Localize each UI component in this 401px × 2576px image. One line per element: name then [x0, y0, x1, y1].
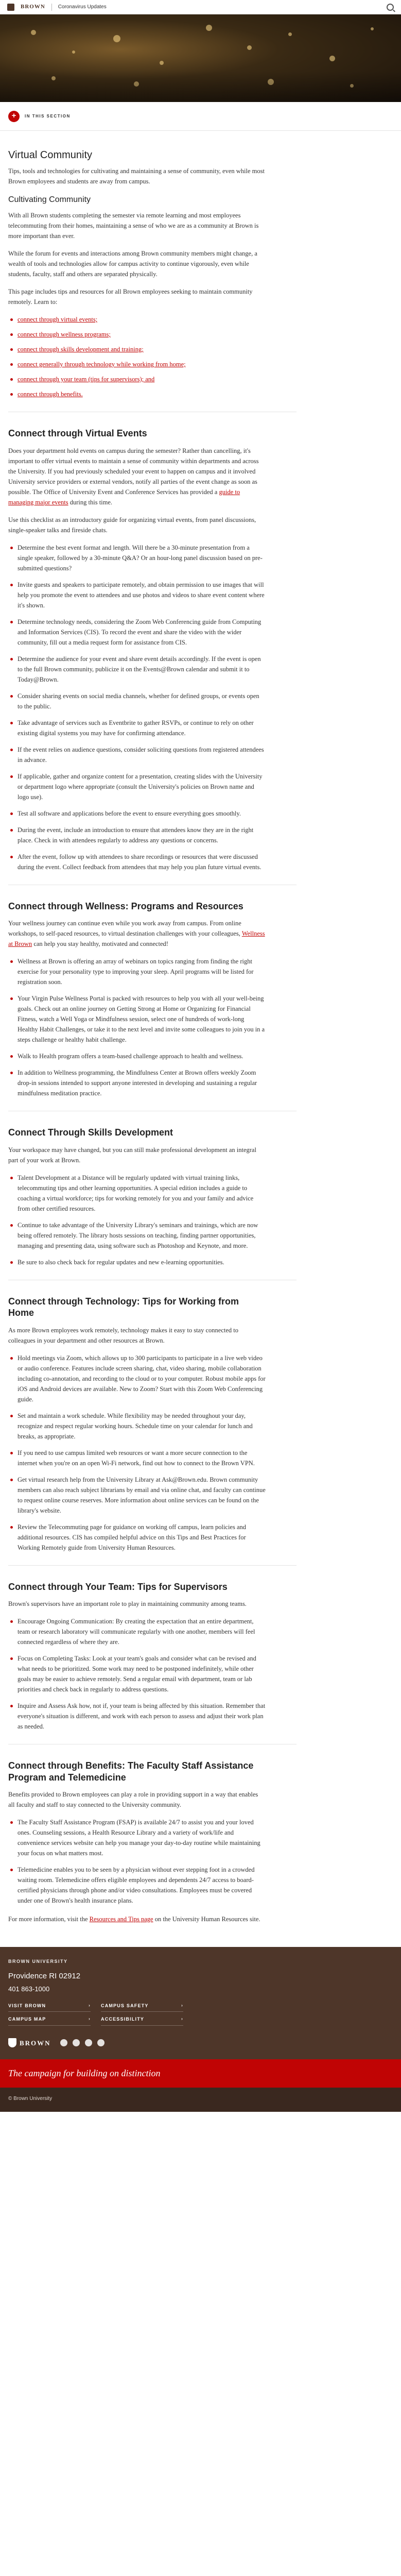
list-item: Encourage Ongoing Communication: By crea…: [8, 1616, 266, 1647]
twitter-icon[interactable]: [72, 2039, 80, 2047]
copyright: © Brown University: [0, 2088, 401, 2112]
list-item: Continue to take advantage of the Univer…: [8, 1220, 266, 1251]
chevron-right-icon: ›: [181, 2003, 183, 2008]
team-list: Encourage Ongoing Communication: By crea…: [8, 1616, 266, 1732]
wellness-list: Wellness at Brown is offering an array o…: [8, 956, 266, 1098]
footer-link-visit[interactable]: VISIT BROWN ›: [8, 2003, 91, 2012]
list-item: Wellness at Brown is offering an array o…: [8, 956, 266, 987]
technology-heading: Connect through Technology: Tips for Wor…: [8, 1296, 239, 1318]
benefits-paragraph: Benefits provided to Brown employees can…: [8, 1791, 258, 1808]
jump-link-wellness[interactable]: connect through wellness programs;: [8, 329, 266, 340]
social-links: [60, 2039, 104, 2047]
list-item: Invite guests and speakers to participat…: [8, 580, 266, 611]
intro-paragraph-4: This page includes tips and resources fo…: [8, 288, 253, 306]
skills-paragraph: Your workspace may have changed, but you…: [8, 1146, 256, 1164]
chevron-right-icon: ›: [89, 2003, 91, 2008]
jump-link-technology[interactable]: connect generally through technology whi…: [8, 359, 266, 369]
technology-paragraph: As more Brown employees work remotely, t…: [8, 1326, 238, 1344]
list-item: If applicable, gather and organize conte…: [8, 771, 266, 802]
jump-links-list: connect through virtual events; connect …: [8, 314, 266, 399]
footer-logo-row: BROWN: [8, 2038, 393, 2048]
list-item: Determine the best event format and leng…: [8, 543, 266, 573]
list-item: Determine technology needs, considering …: [8, 617, 266, 648]
footer-link-safety[interactable]: CAMPUS SAFETY ›: [101, 2003, 183, 2012]
benefits-paragraph-2: For more information, visit the Resource…: [8, 1916, 260, 1923]
list-item: Walk to Health program offers a team-bas…: [8, 1051, 266, 1061]
main-content: Virtual Community Tips, tools and techno…: [0, 131, 401, 1947]
list-item: Set and maintain a work schedule. While …: [8, 1411, 266, 1442]
site-footer: BROWN UNIVERSITY Providence RI 02912 401…: [0, 1947, 401, 2112]
list-item: Hold meetings via Zoom, which allows up …: [8, 1353, 266, 1404]
technology-list: Hold meetings via Zoom, which allows up …: [8, 1353, 266, 1553]
section-nav-label[interactable]: IN THIS SECTION: [25, 113, 71, 120]
resources-and-tips-link[interactable]: Resources and Tips page: [90, 1916, 153, 1923]
top-bar: BROWN Coronavirus Updates: [0, 0, 401, 14]
footer-links: VISIT BROWN › CAMPUS SAFETY › CAMPUS MAP › …: [8, 2003, 183, 2026]
list-item: Take advantage of services such as Event…: [8, 718, 266, 738]
shield-icon: [8, 2038, 16, 2048]
events-heading: Connect through Virtual Events: [8, 428, 147, 438]
team-paragraph: Brown's supervisors have an important ro…: [8, 1600, 247, 1607]
hero-image: [0, 14, 401, 102]
page-title: Virtual Community: [8, 149, 93, 161]
list-item: If you need to use campus limited web re…: [8, 1448, 266, 1468]
list-item: Determine the audience for your event an…: [8, 654, 266, 685]
team-heading: Connect through Your Team: Tips for Supe…: [8, 1581, 228, 1592]
events-paragraph-2: Use this checklist as an introductory gu…: [8, 516, 256, 534]
chevron-right-icon: ›: [181, 2016, 183, 2021]
skills-heading: Connect Through Skills Development: [8, 1127, 173, 1138]
jump-link-team[interactable]: connect through your team (tips for supe…: [8, 374, 266, 384]
jump-link-events[interactable]: connect through virtual events;: [8, 314, 266, 325]
benefits-list: The Faculty Staff Assistance Program (FS…: [8, 1817, 266, 1906]
list-item: During the event, include an introductio…: [8, 825, 266, 845]
footer-link-map[interactable]: CAMPUS MAP ›: [8, 2016, 91, 2026]
jump-link-benefits[interactable]: connect through benefits.: [8, 389, 266, 399]
plus-icon[interactable]: +: [8, 110, 20, 122]
breadcrumb[interactable]: Coronavirus Updates: [58, 3, 107, 11]
list-item: Be sure to also check back for regular u…: [8, 1257, 266, 1267]
list-item: After the event, follow up with attendee…: [8, 852, 266, 872]
in-this-section-bar[interactable]: + IN THIS SECTION: [0, 102, 401, 131]
benefits-heading: Connect through Benefits: The Faculty St…: [8, 1760, 254, 1783]
intro-paragraph-3: While the forum for events and interacti…: [8, 250, 257, 278]
brown-logo-icon[interactable]: [7, 3, 14, 11]
divider: [8, 1565, 297, 1566]
list-item: Focus on Completing Tasks: Look at your …: [8, 1653, 266, 1694]
cultivating-community-heading: Cultivating Community: [8, 195, 91, 204]
wellness-paragraph: Your wellness journey can continue even …: [8, 920, 265, 947]
events-checklist: Determine the best event format and leng…: [8, 543, 266, 872]
header-divider: [51, 3, 52, 11]
jump-link-skills[interactable]: connect through skills development and t…: [8, 344, 266, 354]
list-item: The Faculty Staff Assistance Program (FS…: [8, 1817, 266, 1858]
search-icon[interactable]: [387, 3, 394, 11]
list-item: Talent Development at a Distance will be…: [8, 1173, 266, 1214]
footer-link-accessibility[interactable]: ACCESSIBILITY ›: [101, 2016, 183, 2026]
brand-name[interactable]: BROWN: [21, 3, 45, 11]
intro-paragraph: Tips, tools and technologies for cultiva…: [8, 167, 265, 185]
footer-address: Providence RI 02912: [8, 1971, 81, 1980]
skills-list: Talent Development at a Distance will be…: [8, 1173, 266, 1267]
youtube-icon[interactable]: [97, 2039, 104, 2047]
list-item: Your Virgin Pulse Wellness Portal is pac…: [8, 993, 266, 1045]
chevron-right-icon: ›: [89, 2016, 91, 2021]
list-item: Test all software and applications befor…: [8, 808, 266, 819]
wellness-heading: Connect through Wellness: Programs and R…: [8, 901, 243, 911]
list-item: Telemedicine enables you to be seen by a…: [8, 1865, 266, 1906]
facebook-icon[interactable]: [60, 2039, 67, 2047]
footer-phone[interactable]: 401 863-1000: [8, 1984, 393, 1994]
list-item: Inquire and Assess Ask how, not if, your…: [8, 1701, 266, 1732]
footer-university-name: BROWN UNIVERSITY: [8, 1959, 68, 1964]
list-item: Consider sharing events on social media …: [8, 691, 266, 711]
events-paragraph: Does your department hold events on camp…: [8, 447, 259, 506]
intro-paragraph-2: With all Brown students completing the s…: [8, 212, 259, 240]
list-item: If the event relies on audience question…: [8, 744, 266, 765]
list-item: Get virtual research help from the Unive…: [8, 1475, 266, 1516]
campaign-banner[interactable]: The campaign for building on distinction: [0, 2059, 401, 2088]
list-item: In addition to Wellness programming, the…: [8, 1067, 266, 1098]
footer-logo[interactable]: BROWN: [8, 2038, 51, 2048]
instagram-icon[interactable]: [84, 2039, 92, 2047]
list-item: Review the Telecommuting page for guidan…: [8, 1522, 266, 1553]
